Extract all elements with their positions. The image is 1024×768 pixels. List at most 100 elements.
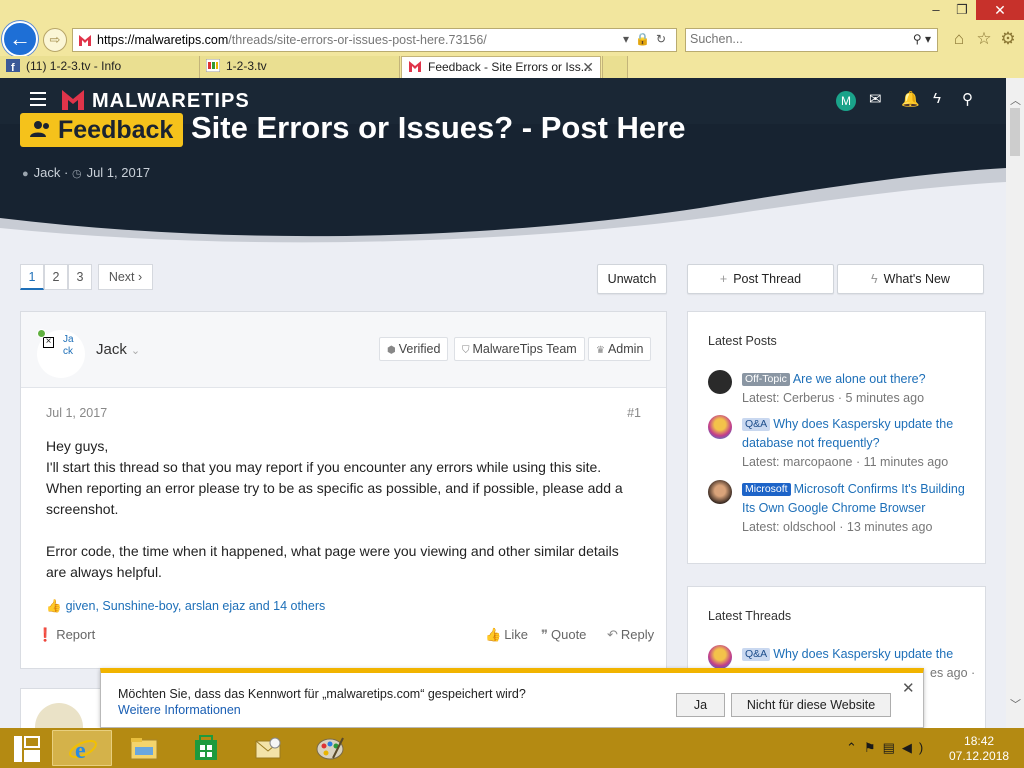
post-paragraph: Error code, the time when it happened, w… (46, 543, 619, 580)
malwaretips-favicon-icon (79, 35, 91, 46)
thread-author[interactable]: Jack (34, 165, 61, 180)
network-icon[interactable]: ▤ (883, 740, 902, 755)
widget-title[interactable]: Latest Threads (708, 609, 791, 623)
tab-facebook[interactable]: f (11) 1-2-3.tv - Info (0, 56, 200, 78)
page-3-link[interactable]: 3 (68, 264, 92, 290)
post-link[interactable]: Are we alone out there? (793, 372, 926, 386)
settings-gear-icon[interactable]: ⚙ (997, 28, 1019, 50)
avatar[interactable]: × Ja ck (37, 330, 85, 378)
url-text[interactable]: https://malwaretips.com/threads/site-err… (97, 33, 487, 47)
tag-badge: Q&A (742, 418, 771, 431)
report-button[interactable]: ❗ Report (37, 627, 95, 643)
search-box[interactable]: ⚲ ▾ (685, 28, 938, 52)
search-input[interactable] (690, 32, 890, 46)
whats-new-button[interactable]: ϟ What's New (837, 264, 984, 294)
more-info-link[interactable]: Weitere Informationen (118, 703, 241, 717)
quote-button[interactable]: ❞ Quote (541, 627, 586, 643)
avatar[interactable] (708, 415, 732, 439)
taskbar-file-explorer[interactable] (114, 730, 174, 766)
avatar[interactable] (35, 703, 83, 728)
back-button[interactable]: ← (2, 21, 38, 57)
taskbar-internet-explorer[interactable]: e (52, 730, 112, 766)
system-tray[interactable]: ⌃⚑▤◀) (846, 740, 930, 756)
avatar[interactable] (708, 370, 732, 394)
thumbs-up-icon: 👍 (485, 627, 502, 642)
start-button-icon[interactable] (14, 736, 40, 762)
reactions-summary[interactable]: 👍 given, Sunshine-boy, arslan ejaz and 14… (46, 599, 325, 614)
verified-badge: ⬢ Verified (379, 337, 449, 361)
post-number[interactable]: #1 (627, 406, 641, 420)
scroll-down-icon[interactable]: ﹀ (1010, 696, 1021, 712)
refresh-icon[interactable]: ↻ (656, 32, 672, 46)
dropdown-icon[interactable]: ▾ (623, 32, 635, 46)
taskbar-paint[interactable] (300, 730, 360, 766)
broken-image-icon: × (43, 337, 54, 348)
bolt-icon[interactable]: ϟ (933, 90, 941, 107)
page-1-link[interactable]: 1 (20, 264, 44, 290)
close-notification-icon[interactable]: ✕ (902, 679, 915, 697)
close-window-button[interactable]: ✕ (976, 0, 1024, 20)
avatar[interactable] (708, 645, 732, 669)
tab-123tv[interactable]: 1-2-3.tv (200, 56, 400, 78)
forward-button[interactable]: ⇨ (43, 28, 67, 52)
malwaretips-logo-icon[interactable] (60, 88, 86, 112)
web-page: MALWARETIPS M ✉ 🔔 ϟ ⚲ Feedback Site Erro… (0, 78, 1006, 728)
reply-button[interactable]: ↶ Reply (607, 627, 654, 643)
shield-icon: ⛉ (462, 345, 470, 356)
search-icon[interactable]: ⚲ ▾ (913, 32, 931, 46)
volume-icon[interactable]: ◀) (902, 740, 930, 755)
chevron-down-icon[interactable]: ⌄ (131, 345, 140, 357)
password-save-notification: Möchten Sie, dass das Kennwort für „malw… (100, 668, 924, 728)
svg-text:f: f (11, 62, 15, 72)
malwaretips-favicon-icon (409, 61, 421, 72)
widget-title[interactable]: Latest Posts (708, 334, 777, 348)
post-author[interactable]: Jack ⌄ (96, 341, 140, 358)
flag-icon[interactable]: ⚑ (864, 740, 883, 755)
home-icon[interactable]: ⌂ (948, 28, 970, 50)
thread-link[interactable]: Why does Kaspersky update the (773, 647, 953, 661)
reply-icon: ↶ (607, 627, 618, 642)
never-for-site-button[interactable]: Nicht für diese Website (731, 693, 891, 717)
address-bar[interactable]: https://malwaretips.com/threads/site-err… (72, 28, 677, 52)
post-date[interactable]: Jul 1, 2017 (46, 406, 107, 420)
unwatch-button[interactable]: Unwatch (597, 264, 667, 294)
menu-hamburger-icon[interactable] (30, 92, 46, 106)
post-link[interactable]: Why does Kaspersky update the database n… (742, 417, 953, 450)
save-password-yes-button[interactable]: Ja (676, 693, 725, 717)
maximize-button[interactable]: ❐ (946, 0, 978, 20)
tray-expand-icon[interactable]: ⌃ (846, 740, 864, 755)
search-icon[interactable]: ⚲ (962, 90, 973, 108)
vertical-scrollbar[interactable]: ︿ ﹀ (1006, 78, 1024, 728)
mail-icon[interactable]: ✉ (869, 90, 882, 108)
favorites-star-icon[interactable]: ☆ (973, 28, 995, 50)
new-tab-button[interactable] (602, 56, 628, 78)
user-icon: ● (22, 168, 29, 180)
post-thread-button[interactable]: + Post Thread (687, 264, 834, 294)
address-icons[interactable]: ▾🔒↻ (623, 32, 672, 46)
scroll-thumb[interactable] (1010, 108, 1020, 156)
scroll-up-icon[interactable]: ︿ (1010, 92, 1021, 108)
users-icon (30, 121, 49, 137)
thread-date[interactable]: Jul 1, 2017 (87, 165, 151, 180)
user-avatar[interactable]: M (836, 91, 856, 111)
next-page-link[interactable]: Next › (98, 264, 153, 290)
taskbar-mail-app[interactable] (238, 730, 298, 766)
tab-feedback-active[interactable]: Feedback - Site Errors or Iss... ✕ (401, 56, 601, 78)
post-card: × Ja ck Jack ⌄ ⬢ Verified ⛉ MalwareTips Tea… (20, 311, 667, 669)
lock-icon[interactable]: 🔒 (635, 32, 656, 46)
avatar-alt-text: Ja ck (63, 334, 74, 357)
post-meta: Latest: Cerberus · 5 minutes ago (742, 391, 925, 405)
online-status-dot (37, 329, 46, 338)
thread-meta: ● Jack · ◷ Jul 1, 2017 (22, 165, 151, 180)
clock[interactable]: 18:42 07.12.2018 (949, 734, 1009, 764)
taskbar-store[interactable] (176, 730, 236, 766)
thread-prefix-badge[interactable]: Feedback (20, 113, 184, 147)
page-2-link[interactable]: 2 (44, 264, 68, 290)
page-title: Site Errors or Issues? - Post Here (191, 110, 686, 145)
tv-channel-icon (206, 59, 220, 72)
close-tab-icon[interactable]: ✕ (582, 57, 594, 77)
avatar[interactable] (708, 480, 732, 504)
latest-posts-widget: Latest Posts Off-Topic Are we alone out t… (687, 311, 986, 564)
like-button[interactable]: 👍 Like (485, 627, 528, 643)
bell-icon[interactable]: 🔔 (901, 90, 920, 108)
